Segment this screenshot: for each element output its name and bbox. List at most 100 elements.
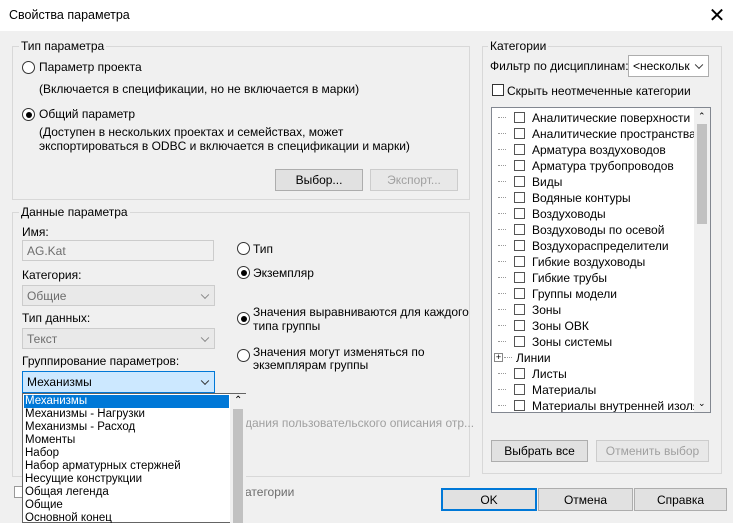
category-checkbox[interactable] <box>514 144 525 155</box>
help-button[interactable]: Справка <box>634 488 727 511</box>
category-item[interactable]: Листы <box>492 366 692 382</box>
category-label: Аналитические поверхности <box>532 111 691 125</box>
deselect-button[interactable]: Отменить выбор <box>596 440 709 462</box>
category-item[interactable]: Зоны системы <box>492 334 692 350</box>
category-checkbox[interactable] <box>514 368 525 379</box>
discipline-filter-select[interactable]: <нескольк <box>628 55 709 77</box>
vary-values-radio[interactable] <box>237 349 250 362</box>
shared-param-radio[interactable] <box>22 108 35 121</box>
category-item[interactable]: Гибкие воздуховоды <box>492 254 692 270</box>
category-item[interactable]: Виды <box>492 174 692 190</box>
category-checkbox[interactable] <box>514 208 525 219</box>
category-checkbox[interactable] <box>514 240 525 251</box>
category-item[interactable]: Гибкие трубы <box>492 270 692 286</box>
category-item[interactable]: + Линии <box>492 350 692 366</box>
aligned-values-line1[interactable]: Значения выравниваются для каждого <box>253 305 469 319</box>
aligned-values-radio[interactable] <box>237 312 250 325</box>
category-checkbox[interactable] <box>514 192 525 203</box>
type-radio-label[interactable]: Тип <box>253 242 273 256</box>
dropdown-option[interactable]: Механизмы - Расход <box>24 421 229 434</box>
dropdown-option[interactable]: Моменты <box>24 434 229 447</box>
grouping-dropdown-list[interactable]: Механизмы Механизмы - Нагрузки Механизмы -… <box>22 393 246 523</box>
dropdown-option[interactable]: Механизмы <box>24 395 229 408</box>
shared-param-desc-line1: (Доступен в нескольких проектах и семейс… <box>39 125 344 139</box>
dropdown-option[interactable]: Общая легенда <box>24 486 229 499</box>
hide-unchecked-checkbox[interactable] <box>492 84 504 96</box>
category-checkbox[interactable] <box>514 128 525 139</box>
category-item[interactable]: Аналитические поверхности <box>492 110 692 126</box>
category-item[interactable]: Группы модели <box>492 286 692 302</box>
datatype-value: Текст <box>27 331 58 346</box>
instance-radio-label[interactable]: Экземпляр <box>253 266 314 280</box>
shared-param-label[interactable]: Общий параметр <box>39 107 135 121</box>
select-button[interactable]: Выбор... <box>275 169 363 191</box>
name-input[interactable]: AG.Kat <box>22 240 214 261</box>
category-checkbox[interactable] <box>514 112 525 123</box>
category-label: Линии <box>516 351 551 365</box>
scroll-thumb[interactable] <box>697 124 707 224</box>
tree-line <box>504 357 512 358</box>
select-all-button[interactable]: Выбрать все <box>491 440 588 462</box>
dropdown-option[interactable]: Общие <box>24 499 229 512</box>
datatype-select[interactable]: Текст <box>22 328 215 349</box>
category-item[interactable]: Материалы внутренней изоляции <box>492 398 710 412</box>
scroll-up-icon[interactable]: ⌃ <box>698 111 706 122</box>
grouping-select[interactable]: Механизмы <box>22 371 215 393</box>
tree-line <box>498 197 506 198</box>
category-checkbox[interactable] <box>514 272 525 283</box>
scroll-thumb[interactable] <box>233 409 243 523</box>
instance-radio[interactable] <box>237 266 250 279</box>
scroll-down-icon[interactable]: ⌄ <box>698 398 706 409</box>
export-button[interactable]: Экспорт... <box>370 169 458 191</box>
category-checkbox[interactable] <box>514 400 525 411</box>
category-item[interactable]: Материалы <box>492 382 692 398</box>
tree-line <box>498 149 506 150</box>
category-label: Зоны ОВК <box>532 319 589 333</box>
category-item[interactable]: Арматура воздуховодов <box>492 142 692 158</box>
category-item[interactable]: Арматура трубопроводов <box>492 158 692 174</box>
ok-button[interactable]: OK <box>441 488 537 511</box>
category-label: Гибкие трубы <box>532 271 608 285</box>
category-checkbox[interactable] <box>514 176 525 187</box>
category-item[interactable]: Воздуховоды по осевой <box>492 222 692 238</box>
tree-line <box>498 325 506 326</box>
dropdown-option[interactable]: Механизмы - Нагрузки <box>24 408 229 421</box>
project-param-label[interactable]: Параметр проекта <box>39 60 142 74</box>
category-item[interactable]: Аналитические пространства <box>492 126 696 142</box>
category-select[interactable]: Общие <box>22 285 215 306</box>
dropdown-option[interactable]: Набор арматурных стержней <box>24 460 229 473</box>
dropdown-option[interactable]: Набор <box>24 447 229 460</box>
category-item[interactable]: Воздуховоды <box>492 206 692 222</box>
project-param-desc: (Включается в спецификации, но не включа… <box>39 82 360 96</box>
project-param-radio[interactable] <box>22 61 35 74</box>
expand-icon[interactable]: + <box>494 353 503 362</box>
category-item[interactable]: Воздухораспределители <box>492 238 692 254</box>
aligned-values-line2[interactable]: типа группы <box>253 319 320 333</box>
cancel-button[interactable]: Отмена <box>538 488 633 511</box>
dropdown-option[interactable]: Основной конец <box>24 512 229 523</box>
vary-values-line2[interactable]: экземплярам группы <box>253 358 368 372</box>
category-item[interactable]: Водяные контуры <box>492 190 692 206</box>
category-checkbox[interactable] <box>514 304 525 315</box>
dropdown-scrollbar[interactable]: ⌃ <box>230 394 246 523</box>
category-item[interactable]: Зоны ОВК <box>492 318 692 334</box>
close-icon[interactable]: ✕ <box>702 1 732 29</box>
dropdown-option[interactable]: Несущие конструкции <box>24 473 229 486</box>
category-checkbox[interactable] <box>514 384 525 395</box>
hide-unchecked-label[interactable]: Скрыть неотмеченные категории <box>507 84 691 98</box>
category-checkbox[interactable] <box>514 256 525 267</box>
type-radio[interactable] <box>237 242 250 255</box>
category-item[interactable]: Зоны <box>492 302 692 318</box>
category-checkbox[interactable] <box>514 288 525 299</box>
category-checkbox[interactable] <box>514 336 525 347</box>
category-label: Воздухораспределители <box>532 239 669 253</box>
category-checkbox[interactable] <box>514 320 525 331</box>
category-checkbox[interactable] <box>514 224 525 235</box>
tree-scrollbar[interactable]: ⌃ ⌄ <box>694 108 710 412</box>
category-checkbox[interactable] <box>514 160 525 171</box>
chevron-down-icon <box>694 60 704 70</box>
category-label: Зоны системы <box>532 335 613 349</box>
scroll-up-icon[interactable]: ⌃ <box>234 395 242 406</box>
vary-values-line1[interactable]: Значения могут изменяться по <box>253 345 425 359</box>
categories-tree[interactable]: Аналитические поверхности Аналитические п… <box>491 107 711 413</box>
